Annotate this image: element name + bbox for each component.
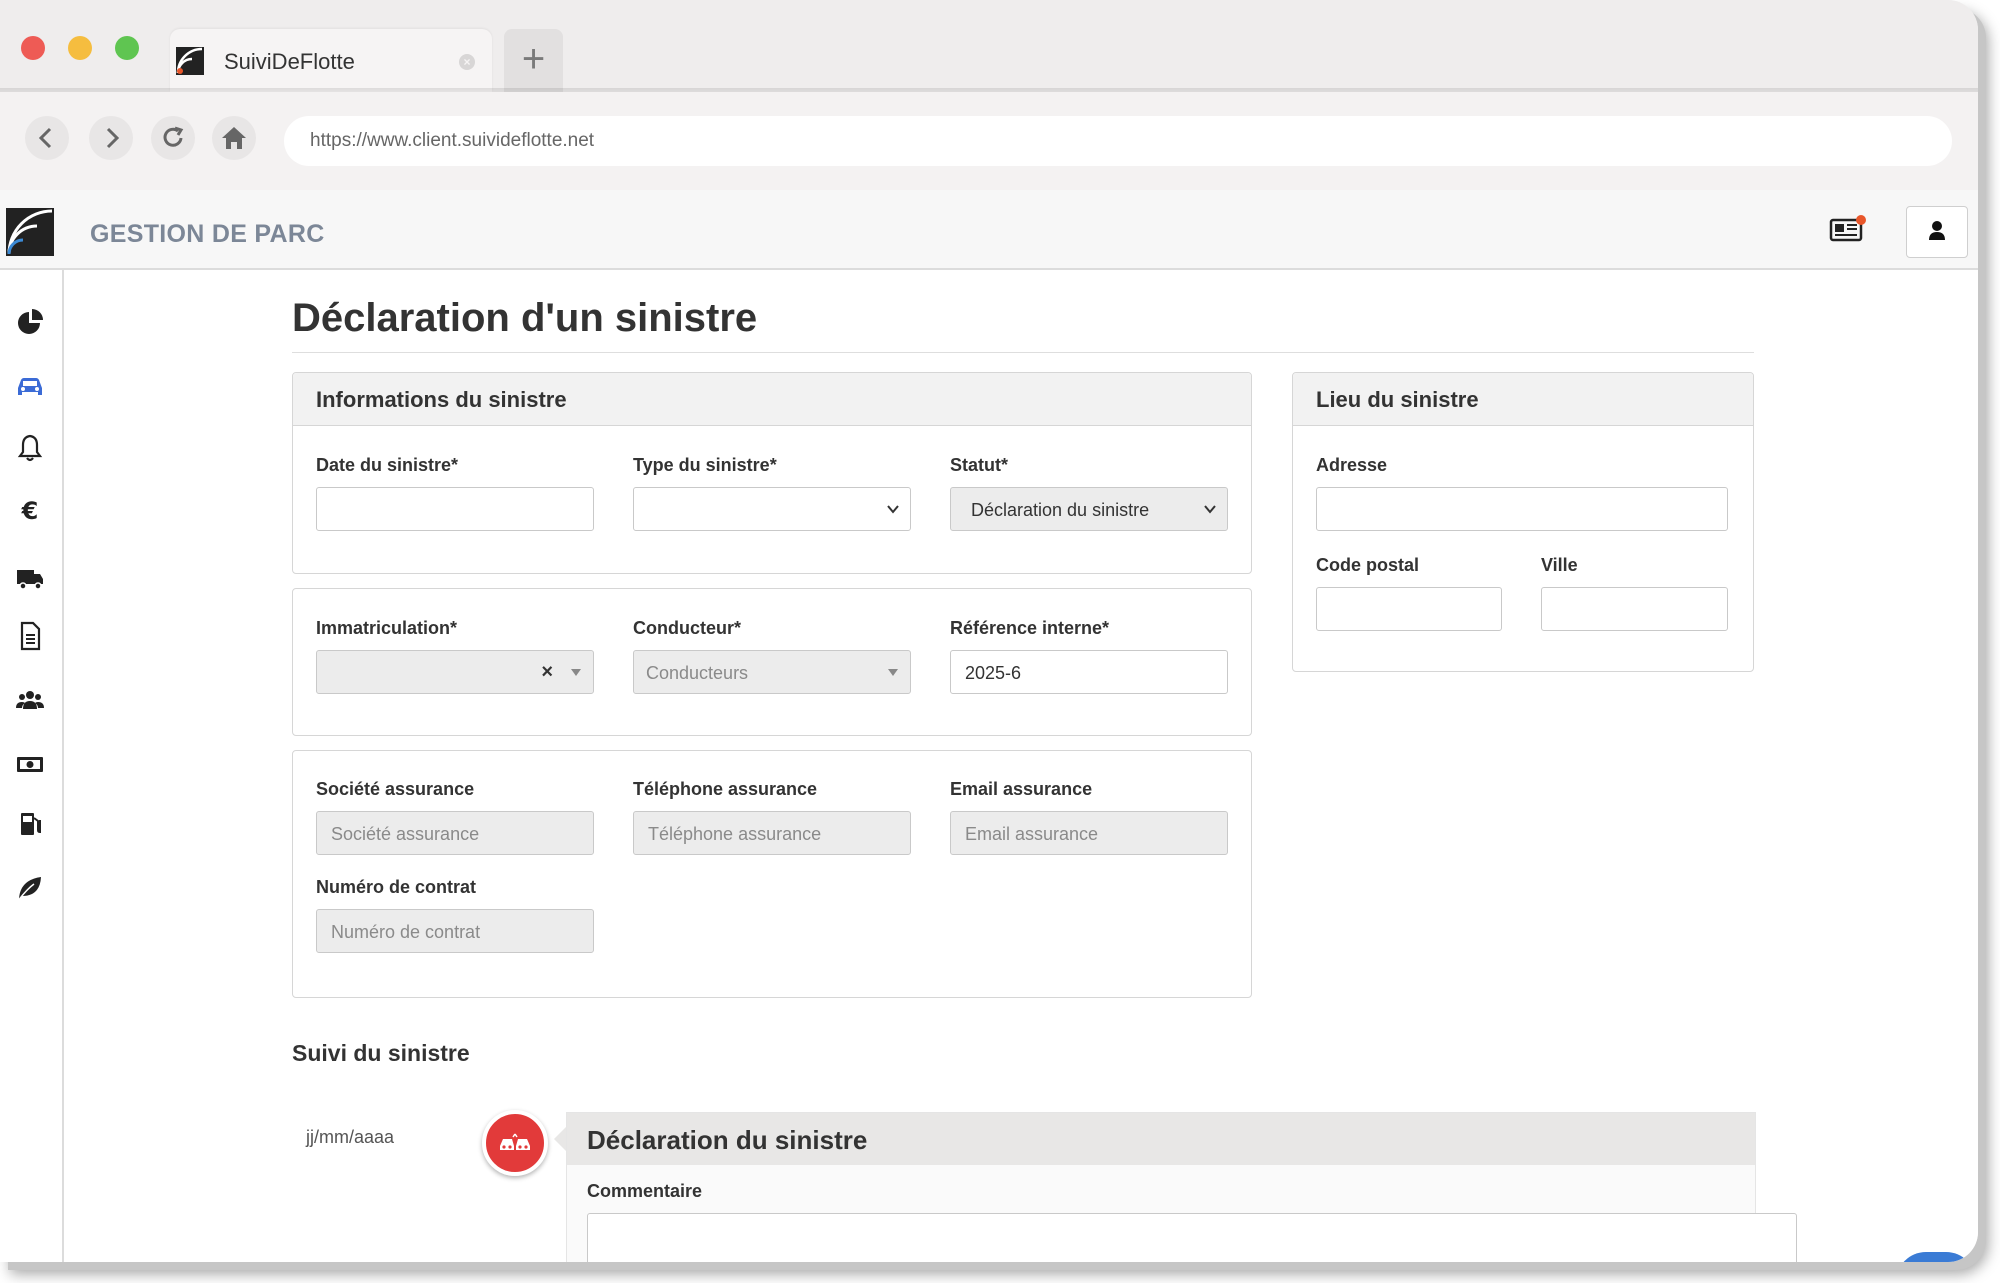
back-button[interactable]: [25, 116, 69, 160]
type-select[interactable]: [633, 487, 911, 531]
email-input[interactable]: Email assurance: [950, 811, 1228, 855]
info-panel-header: Informations du sinistre: [293, 373, 1251, 426]
page-title: Déclaration d'un sinistre: [292, 296, 758, 340]
address-bar[interactable]: https://www.client.suivideflotte.net: [284, 116, 1952, 166]
info-panel: Informations du sinistre Date du sinistr…: [292, 372, 1252, 574]
info-panel-title: Informations du sinistre: [316, 387, 567, 412]
location-panel: Lieu du sinistre Adresse Code postal Vil…: [1292, 372, 1754, 672]
comment-textarea[interactable]: [587, 1213, 1797, 1262]
tab-close-icon[interactable]: ×: [459, 54, 475, 70]
user-menu-button[interactable]: [1906, 206, 1968, 258]
phone-label: Téléphone assurance: [633, 779, 818, 799]
car-icon[interactable]: [14, 370, 46, 402]
insurance-panel: Société assurance Société assurance Télé…: [292, 750, 1252, 998]
dropdown-arrow-icon: [571, 669, 581, 676]
contract-placeholder: Numéro de contrat: [331, 922, 481, 942]
statut-select[interactable]: Déclaration du sinistre: [950, 487, 1228, 531]
site-favicon-icon: [176, 47, 204, 75]
postal-label: Code postal: [1316, 555, 1420, 575]
timeline-bubble: [482, 1110, 548, 1176]
immat-label: Immatriculation*: [316, 618, 458, 638]
reload-icon: [163, 126, 184, 147]
company-input[interactable]: Société assurance: [316, 811, 594, 855]
browser-toolbar: https://www.client.suivideflotte.net: [0, 92, 1978, 190]
tab-title: SuiviDeFlotte: [224, 49, 355, 74]
money-icon[interactable]: [14, 748, 46, 780]
chevron-down-icon: [887, 505, 899, 514]
leaf-icon[interactable]: [14, 872, 46, 904]
fuel-icon[interactable]: [14, 808, 46, 840]
users-icon[interactable]: [14, 684, 46, 716]
home-button[interactable]: [212, 116, 256, 160]
chevron-left-icon: [38, 127, 52, 149]
phone-placeholder: Téléphone assurance: [648, 824, 822, 844]
address-input[interactable]: [1316, 487, 1728, 531]
dropdown-arrow-icon: [888, 669, 898, 676]
date-field[interactable]: [316, 487, 594, 531]
ref-label: Référence interne*: [950, 618, 1110, 638]
date-label: Date du sinistre*: [316, 455, 459, 475]
browser-tab[interactable]: SuiviDeFlotte ×: [170, 29, 492, 92]
window-close-button[interactable]: [21, 36, 45, 60]
city-label: Ville: [1541, 555, 1578, 575]
immat-select[interactable]: ×: [316, 650, 594, 694]
ref-value: 2025-6: [965, 663, 1022, 683]
news-icon[interactable]: [1828, 214, 1868, 244]
type-label: Type du sinistre*: [633, 455, 777, 475]
app-title: GESTION DE PARC: [90, 220, 325, 248]
tab-bar: SuiviDeFlotte × +: [0, 0, 1978, 92]
title-divider: [292, 352, 1754, 353]
chevron-right-icon: [106, 127, 120, 149]
bell-icon[interactable]: [14, 432, 46, 464]
app-logo[interactable]: [6, 208, 54, 256]
address-label: Adresse: [1316, 455, 1388, 475]
timeline-card-title: Déclaration du sinistre: [587, 1125, 868, 1155]
tracking-title: Suivi du sinistre: [292, 1040, 470, 1066]
main-content: Déclaration d'un sinistre Informations d…: [64, 270, 1978, 1262]
contract-input[interactable]: Numéro de contrat: [316, 909, 594, 953]
email-label: Email assurance: [950, 779, 1093, 799]
driver-select[interactable]: Conducteurs: [633, 650, 911, 694]
timeline-date: jj/mm/aaaa: [306, 1127, 395, 1147]
browser-window: SuiviDeFlotte × + https://www.client.sui…: [0, 0, 1978, 1262]
driver-label: Conducteur*: [633, 618, 741, 638]
url-text: https://www.client.suivideflotte.net: [310, 130, 595, 151]
statut-value: Déclaration du sinistre: [971, 500, 1150, 520]
email-placeholder: Email assurance: [965, 824, 1099, 844]
phone-input[interactable]: Téléphone assurance: [633, 811, 911, 855]
pie-chart-icon[interactable]: [14, 306, 46, 338]
driver-placeholder: Conducteurs: [646, 663, 749, 683]
contract-label: Numéro de contrat: [316, 877, 477, 897]
city-input[interactable]: [1541, 587, 1728, 631]
ref-input[interactable]: 2025-6: [950, 650, 1228, 694]
window-maximize-button[interactable]: [115, 36, 139, 60]
app-header: GESTION DE PARC: [0, 190, 1978, 270]
window-minimize-button[interactable]: [68, 36, 92, 60]
location-panel-title: Lieu du sinistre: [1316, 387, 1479, 412]
chevron-down-icon: [1204, 505, 1216, 514]
comment-label: Commentaire: [587, 1181, 703, 1201]
user-icon: [1929, 221, 1945, 240]
document-icon[interactable]: [14, 620, 46, 652]
sidebar: €: [0, 270, 64, 1262]
car-crash-icon: [500, 1133, 530, 1150]
timeline-card: Déclaration du sinistre Commentaire: [566, 1112, 1797, 1262]
company-label: Société assurance: [316, 779, 475, 799]
postal-input[interactable]: [1316, 587, 1502, 631]
forward-button[interactable]: [89, 116, 133, 160]
timeline-card-header: Déclaration du sinistre: [567, 1113, 1755, 1165]
vehicle-panel: Immatriculation* × Conducteur* Conducteu…: [292, 588, 1252, 736]
svg-text:€: €: [21, 497, 39, 525]
truck-icon[interactable]: [14, 562, 46, 594]
location-panel-header: Lieu du sinistre: [1293, 373, 1753, 426]
home-icon: [222, 127, 246, 149]
company-placeholder: Société assurance: [331, 824, 480, 844]
euro-icon[interactable]: €: [14, 494, 46, 526]
clear-icon[interactable]: ×: [541, 661, 553, 684]
reload-button[interactable]: [151, 116, 195, 160]
new-tab-button[interactable]: +: [504, 29, 563, 92]
statut-label: Statut*: [950, 455, 1008, 475]
timeline-arrow: [554, 1127, 566, 1151]
